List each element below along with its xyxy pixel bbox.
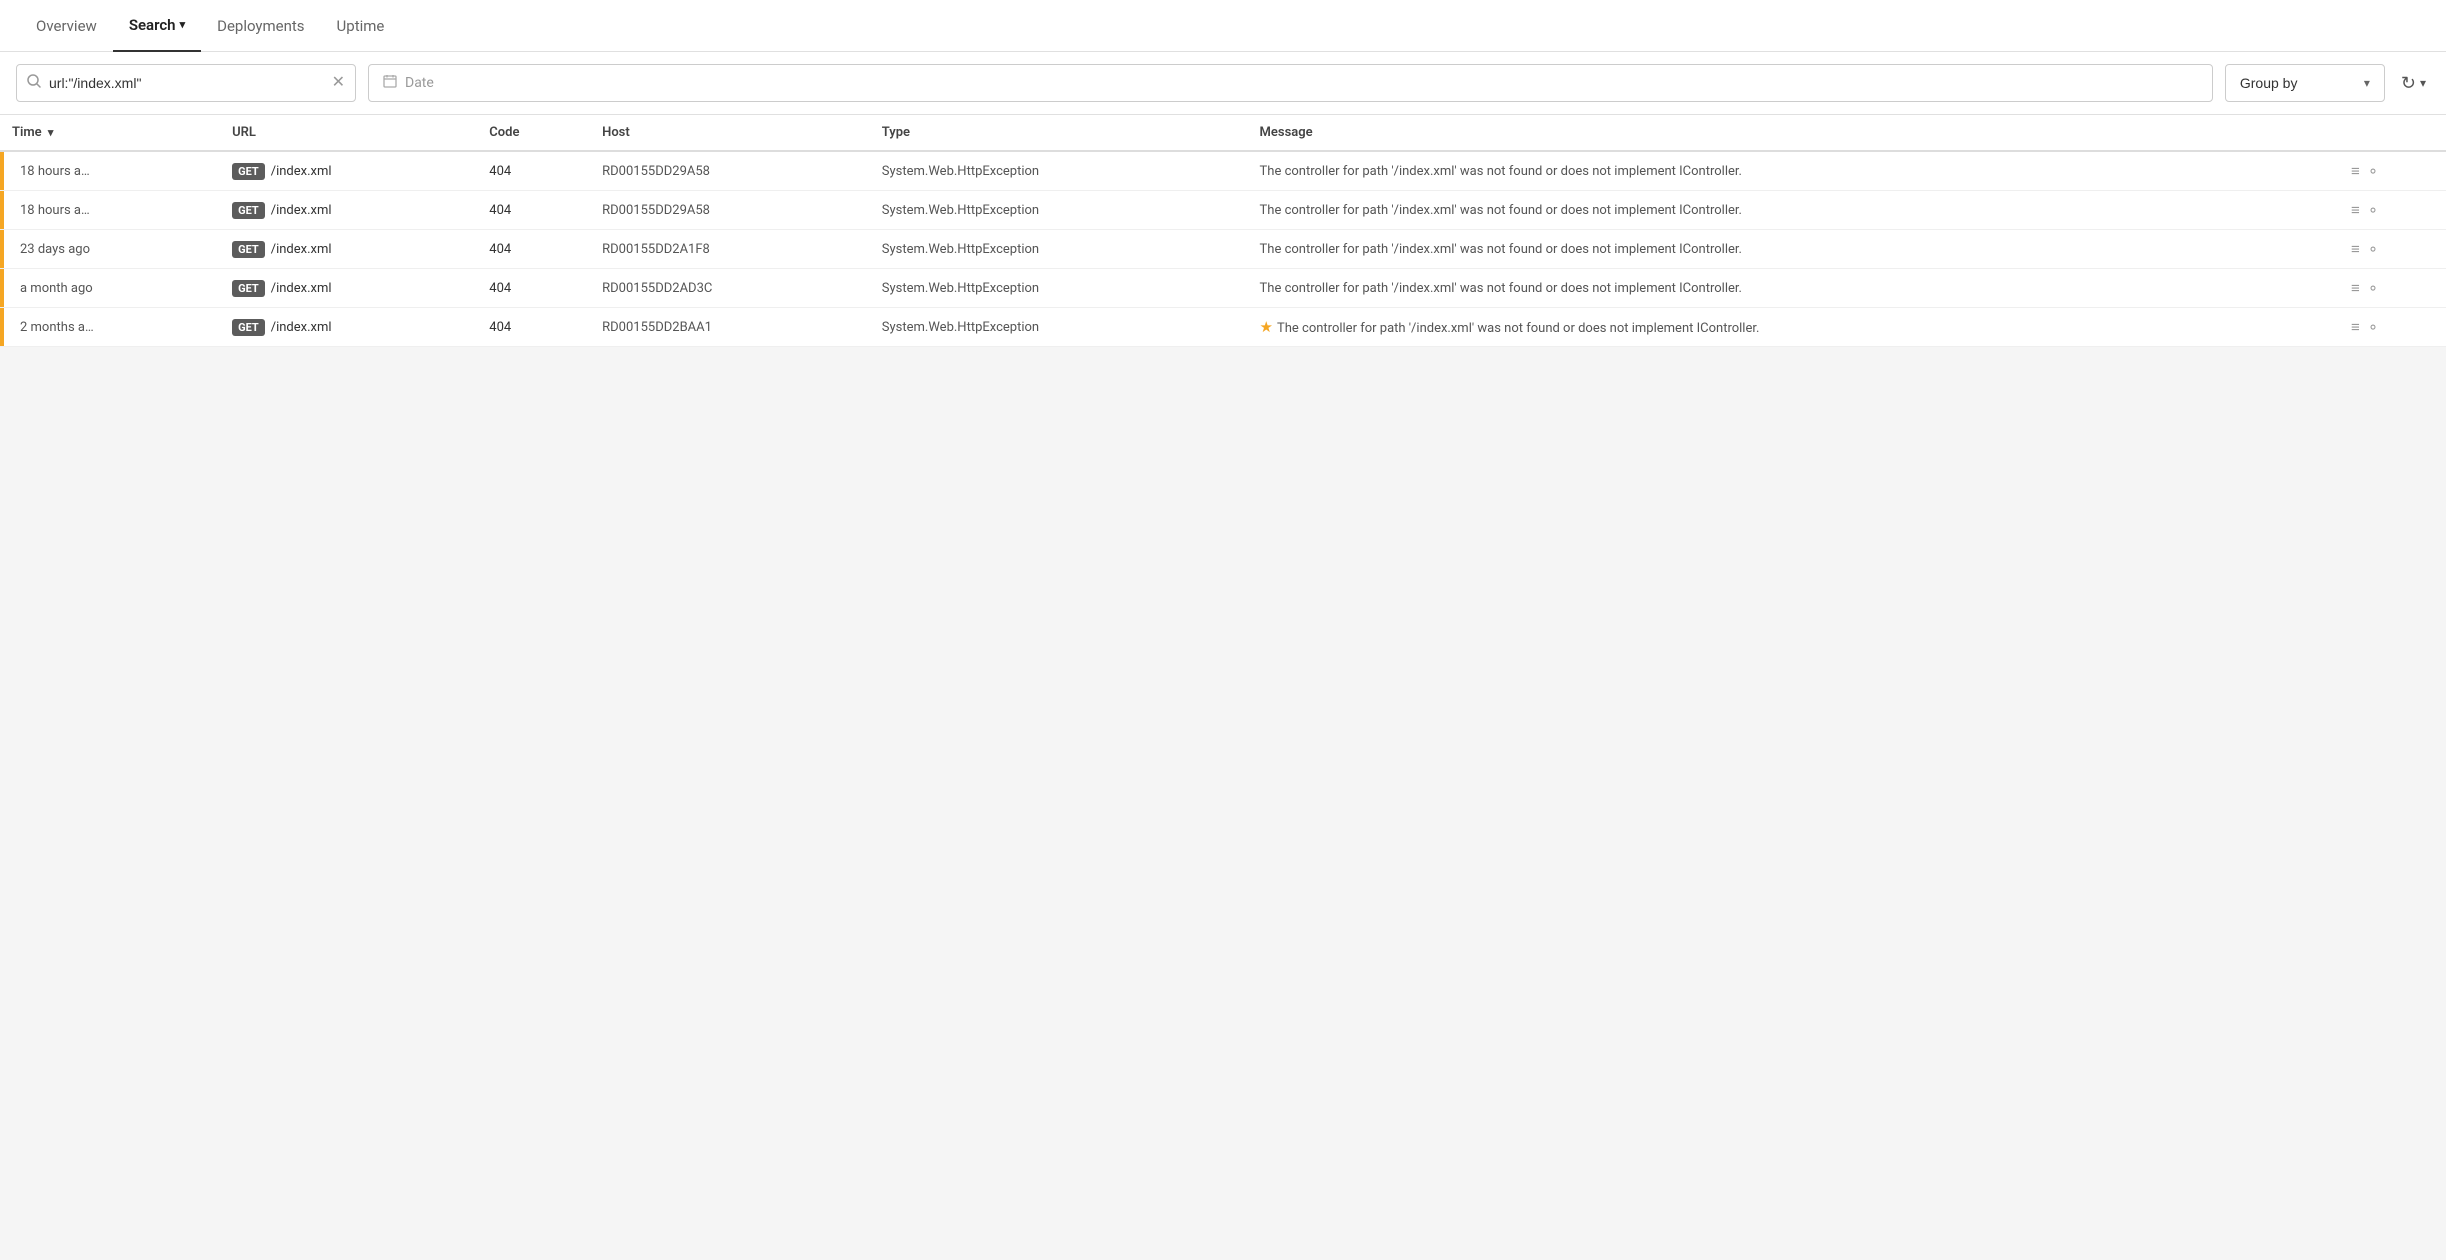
cell-message: The controller for path '/index.xml' was… <box>1248 269 2339 308</box>
row-indicator <box>0 191 4 229</box>
top-nav: Overview Search ▾ Deployments Uptime <box>0 0 2446 52</box>
cell-url: GET/index.xml <box>220 308 477 347</box>
method-badge: GET <box>232 202 265 219</box>
cell-time: 18 hours a… <box>0 151 220 191</box>
sort-arrow-icon: ▾ <box>48 126 54 139</box>
method-badge: GET <box>232 319 265 336</box>
star-icon: ★ <box>1260 318 1273 336</box>
col-header-time[interactable]: Time ▾ <box>0 115 220 151</box>
nav-overview[interactable]: Overview <box>20 0 113 52</box>
table-row[interactable]: 18 hours a…GET/index.xml404RD00155DD29A5… <box>0 191 2446 230</box>
cell-code: 404 <box>477 308 590 347</box>
details-icon[interactable]: ≡ <box>2351 240 2360 258</box>
col-header-host: Host <box>590 115 870 151</box>
link-icon[interactable]: ⚬ <box>2363 282 2381 295</box>
date-filter[interactable]: Date <box>368 64 2213 102</box>
method-badge: GET <box>232 280 265 297</box>
cell-type: System.Web.HttpException <box>870 230 1248 269</box>
nav-search[interactable]: Search ▾ <box>113 0 201 52</box>
table-row[interactable]: 23 days agoGET/index.xml404RD00155DD2A1F… <box>0 230 2446 269</box>
results-table-container: Time ▾ URL Code Host Type Message 18 hou… <box>0 115 2446 347</box>
cell-actions: ≡⚬ <box>2339 230 2446 269</box>
cell-time: 23 days ago <box>0 230 220 269</box>
col-header-message: Message <box>1248 115 2339 151</box>
link-icon[interactable]: ⚬ <box>2363 321 2381 334</box>
search-input[interactable] <box>49 75 328 91</box>
refresh-button[interactable]: ↻ ▾ <box>2397 69 2430 98</box>
cell-message: ★The controller for path '/index.xml' wa… <box>1248 308 2339 347</box>
results-table: Time ▾ URL Code Host Type Message 18 hou… <box>0 115 2446 347</box>
cell-message: The controller for path '/index.xml' was… <box>1248 151 2339 191</box>
cell-code: 404 <box>477 151 590 191</box>
cell-time: a month ago <box>0 269 220 308</box>
cell-host: RD00155DD29A58 <box>590 151 870 191</box>
cell-type: System.Web.HttpException <box>870 191 1248 230</box>
cell-host: RD00155DD2BAA1 <box>590 308 870 347</box>
col-header-code: Code <box>477 115 590 151</box>
cell-host: RD00155DD29A58 <box>590 191 870 230</box>
cell-code: 404 <box>477 191 590 230</box>
method-badge: GET <box>232 163 265 180</box>
cell-actions: ≡⚬ <box>2339 308 2446 347</box>
cell-url: GET/index.xml <box>220 151 477 191</box>
link-icon[interactable]: ⚬ <box>2363 165 2381 178</box>
table-row[interactable]: 18 hours a…GET/index.xml404RD00155DD29A5… <box>0 151 2446 191</box>
table-row[interactable]: a month agoGET/index.xml404RD00155DD2AD3… <box>0 269 2446 308</box>
cell-type: System.Web.HttpException <box>870 308 1248 347</box>
cell-actions: ≡⚬ <box>2339 191 2446 230</box>
nav-deployments[interactable]: Deployments <box>201 0 320 52</box>
group-by-caret-icon: ▾ <box>2364 76 2370 90</box>
cell-message: The controller for path '/index.xml' was… <box>1248 191 2339 230</box>
row-indicator <box>0 152 4 190</box>
cell-message: The controller for path '/index.xml' was… <box>1248 230 2339 269</box>
link-icon[interactable]: ⚬ <box>2363 204 2381 217</box>
cell-time: 2 months a… <box>0 308 220 347</box>
group-by-select[interactable]: Group by URL Host Code Type <box>2240 75 2356 91</box>
table-body: 18 hours a…GET/index.xml404RD00155DD29A5… <box>0 151 2446 347</box>
cell-url: GET/index.xml <box>220 269 477 308</box>
method-badge: GET <box>232 241 265 258</box>
details-icon[interactable]: ≡ <box>2351 318 2360 336</box>
col-header-url: URL <box>220 115 477 151</box>
cell-time: 18 hours a… <box>0 191 220 230</box>
cell-actions: ≡⚬ <box>2339 269 2446 308</box>
row-indicator <box>0 230 4 268</box>
col-header-type: Type <box>870 115 1248 151</box>
search-clear-button[interactable]: ✕ <box>332 75 345 91</box>
calendar-icon <box>383 74 397 92</box>
group-by-dropdown[interactable]: Group by URL Host Code Type ▾ <box>2225 64 2385 102</box>
search-box: ✕ <box>16 64 356 102</box>
cell-code: 404 <box>477 230 590 269</box>
details-icon[interactable]: ≡ <box>2351 201 2360 219</box>
cell-type: System.Web.HttpException <box>870 151 1248 191</box>
date-placeholder: Date <box>405 75 434 91</box>
table-header: Time ▾ URL Code Host Type Message <box>0 115 2446 151</box>
cell-url: GET/index.xml <box>220 191 477 230</box>
cell-code: 404 <box>477 269 590 308</box>
search-icon <box>27 74 41 92</box>
col-header-actions <box>2339 115 2446 151</box>
toolbar: ✕ Date Group by URL Host Code Type ▾ ↻ ▾ <box>0 52 2446 115</box>
details-icon[interactable]: ≡ <box>2351 279 2360 297</box>
link-icon[interactable]: ⚬ <box>2363 243 2381 256</box>
row-indicator <box>0 269 4 307</box>
cell-url: GET/index.xml <box>220 230 477 269</box>
cell-actions: ≡⚬ <box>2339 151 2446 191</box>
cell-type: System.Web.HttpException <box>870 269 1248 308</box>
cell-host: RD00155DD2A1F8 <box>590 230 870 269</box>
cell-host: RD00155DD2AD3C <box>590 269 870 308</box>
row-indicator <box>0 308 4 346</box>
details-icon[interactable]: ≡ <box>2351 162 2360 180</box>
refresh-caret-icon: ▾ <box>2420 76 2426 90</box>
table-row[interactable]: 2 months a…GET/index.xml404RD00155DD2BAA… <box>0 308 2446 347</box>
search-caret-icon: ▾ <box>180 18 186 31</box>
refresh-icon: ↻ <box>2401 73 2416 94</box>
nav-uptime[interactable]: Uptime <box>321 0 401 52</box>
